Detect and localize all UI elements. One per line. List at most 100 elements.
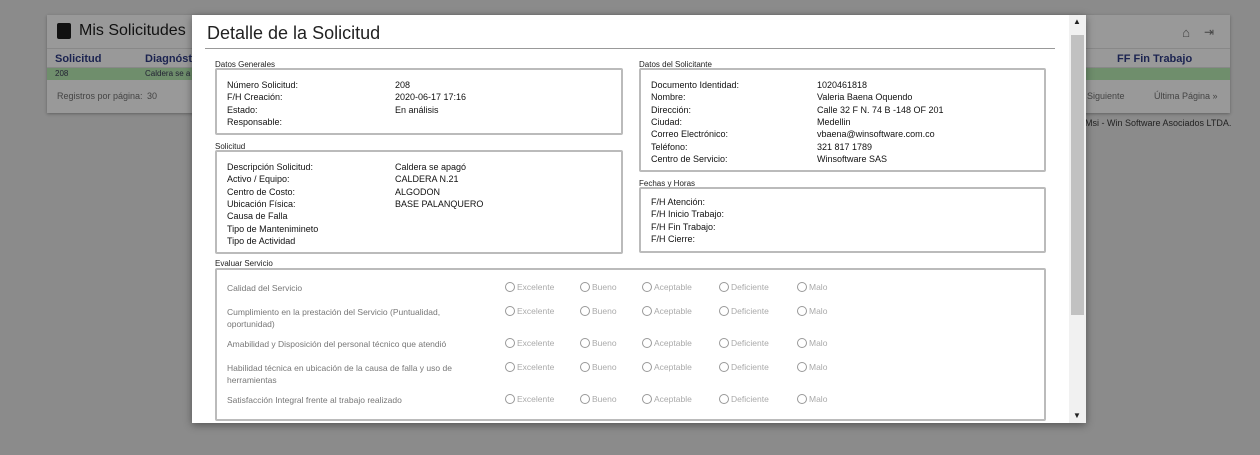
radio-label: Bueno	[592, 282, 617, 292]
field-value: 321 817 1789	[817, 141, 873, 152]
per-page-select[interactable]: 30	[147, 91, 157, 101]
radio-circle-icon[interactable]	[642, 306, 652, 316]
radio-circle-icon[interactable]	[719, 306, 729, 316]
rating-radio-malo[interactable]: Malo	[797, 306, 827, 316]
field-value: ALGODON	[395, 186, 441, 197]
rating-radio-aceptable[interactable]: Aceptable	[642, 306, 692, 316]
radio-circle-icon[interactable]	[580, 394, 590, 404]
field-label: F/H Inicio Trabajo:	[651, 209, 725, 220]
radio-circle-icon[interactable]	[642, 338, 652, 348]
radio-circle-icon[interactable]	[505, 306, 515, 316]
radio-label: Aceptable	[654, 306, 692, 316]
radio-circle-icon[interactable]	[580, 338, 590, 348]
radio-label: Bueno	[592, 306, 617, 316]
col-ff-fin-trabajo[interactable]: FF Fin Trabajo	[1117, 53, 1192, 65]
question-label: Calidad del Servicio	[227, 283, 303, 293]
radio-circle-icon[interactable]	[505, 282, 515, 292]
scroll-down-icon[interactable]: ▼	[1073, 411, 1081, 420]
rating-radio-excelente[interactable]: Excelente	[505, 338, 554, 348]
rating-radio-deficiente[interactable]: Deficiente	[719, 306, 769, 316]
field-value: vbaena@winsoftware.com.co	[817, 129, 935, 140]
field-label: Tipo de Mantenimineto	[227, 223, 319, 234]
field-value: Caldera se apagó	[395, 162, 467, 172]
scrollbar[interactable]: ▲ ▼	[1069, 15, 1086, 423]
radio-circle-icon[interactable]	[719, 362, 729, 372]
field-value: BASE PALANQUERO	[395, 198, 484, 209]
rating-radio-bueno[interactable]: Bueno	[580, 282, 617, 292]
radio-label: Bueno	[592, 394, 617, 404]
radio-label: Deficiente	[731, 338, 769, 348]
rating-radio-excelente[interactable]: Excelente	[505, 362, 554, 372]
rating-radio-malo[interactable]: Malo	[797, 394, 827, 404]
solicitud-box: Descripción Solicitud: Caldera se apagó Ac…	[215, 150, 623, 254]
field-label: F/H Fin Trabajo:	[651, 221, 716, 232]
rating-radio-deficiente[interactable]: Deficiente	[719, 394, 769, 404]
field-label: Dirección:	[651, 104, 692, 115]
field-value: En análisis	[395, 104, 439, 115]
radio-circle-icon[interactable]	[580, 306, 590, 316]
field-label: F/H Creación:	[227, 92, 283, 103]
radio-label: Excelente	[517, 338, 555, 348]
rating-radio-deficiente[interactable]: Deficiente	[719, 362, 769, 372]
last-page-link[interactable]: Última Página »	[1154, 91, 1218, 101]
logout-icon[interactable]: ⇥	[1204, 25, 1214, 39]
scroll-up-icon[interactable]: ▲	[1073, 17, 1081, 26]
rating-radio-aceptable[interactable]: Aceptable	[642, 394, 692, 404]
home-icon[interactable]: ⌂	[1182, 25, 1190, 40]
rating-radio-aceptable[interactable]: Aceptable	[642, 282, 692, 292]
cell: Caldera se a	[145, 69, 191, 78]
rating-radio-excelente[interactable]: Excelente	[505, 306, 554, 316]
rating-radio-deficiente[interactable]: Deficiente	[719, 282, 769, 292]
radio-label: Malo	[809, 306, 828, 316]
scroll-thumb[interactable]	[1071, 35, 1084, 315]
solicitante-box: Documento Identidad: 1020461818 Nombre: Val…	[639, 68, 1046, 172]
radio-label: Aceptable	[654, 362, 692, 372]
radio-label: Aceptable	[654, 338, 692, 348]
rating-radio-bueno[interactable]: Bueno	[580, 394, 617, 404]
radio-circle-icon[interactable]	[505, 362, 515, 372]
radio-circle-icon[interactable]	[580, 282, 590, 292]
field-value: Calle 32 F N. 74 B -148 OF 201	[817, 104, 944, 115]
radio-circle-icon[interactable]	[580, 362, 590, 372]
rating-radio-aceptable[interactable]: Aceptable	[642, 338, 692, 348]
radio-circle-icon[interactable]	[797, 338, 807, 348]
datos-generales-box: Número Solicitud: 208 F/H Creación: 2020-06…	[215, 68, 623, 135]
col-solicitud[interactable]: Solicitud	[55, 53, 101, 65]
rating-radio-bueno[interactable]: Bueno	[580, 362, 617, 372]
divider	[205, 48, 1055, 49]
radio-circle-icon[interactable]	[642, 282, 652, 292]
field-label: Nombre:	[651, 92, 686, 103]
radio-label: Bueno	[592, 338, 617, 348]
clipboard-user-icon	[57, 23, 71, 39]
radio-circle-icon[interactable]	[797, 394, 807, 404]
radio-circle-icon[interactable]	[797, 362, 807, 372]
rating-radio-bueno[interactable]: Bueno	[580, 306, 617, 316]
rating-radio-excelente[interactable]: Excelente	[505, 282, 554, 292]
copyright: Msi - Win Software Asociados LTDA.	[1085, 118, 1232, 128]
rating-radio-malo[interactable]: Malo	[797, 362, 827, 372]
radio-circle-icon[interactable]	[719, 338, 729, 348]
radio-circle-icon[interactable]	[642, 362, 652, 372]
field-label: Tipo de Actividad	[227, 235, 296, 246]
radio-circle-icon[interactable]	[719, 394, 729, 404]
radio-circle-icon[interactable]	[719, 282, 729, 292]
rating-radio-aceptable[interactable]: Aceptable	[642, 362, 692, 372]
radio-circle-icon[interactable]	[797, 282, 807, 292]
radio-circle-icon[interactable]	[505, 394, 515, 404]
rating-radio-malo[interactable]: Malo	[797, 282, 827, 292]
radio-circle-icon[interactable]	[642, 394, 652, 404]
radio-label: Excelente	[517, 362, 555, 372]
rating-radio-excelente[interactable]: Excelente	[505, 394, 554, 404]
rating-radio-bueno[interactable]: Bueno	[580, 338, 617, 348]
radio-label: Deficiente	[731, 394, 769, 404]
field-label: Teléfono:	[651, 141, 688, 152]
field-label: F/H Cierre:	[651, 233, 696, 244]
field-label: Correo Electrónico:	[651, 129, 729, 140]
next-link[interactable]: Siguiente	[1087, 91, 1125, 101]
rating-radio-deficiente[interactable]: Deficiente	[719, 338, 769, 348]
radio-circle-icon[interactable]	[797, 306, 807, 316]
field-label: Centro de Servicio:	[651, 153, 728, 164]
radio-circle-icon[interactable]	[505, 338, 515, 348]
radio-label: Bueno	[592, 362, 617, 372]
rating-radio-malo[interactable]: Malo	[797, 338, 827, 348]
